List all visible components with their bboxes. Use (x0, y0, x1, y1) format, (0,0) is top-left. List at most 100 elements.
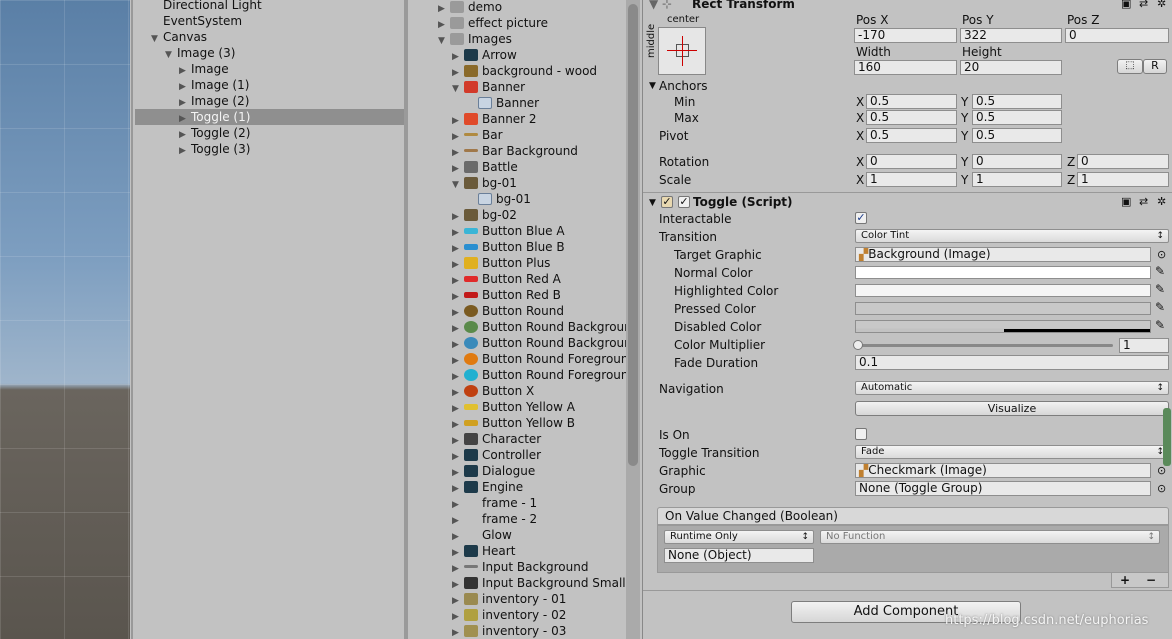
project-item[interactable]: ▶ Button Plus (452, 255, 550, 271)
project-item[interactable]: ▶ Bar (452, 127, 503, 143)
object-picker-icon[interactable]: ⊙ (1157, 482, 1166, 495)
project-scrollbar[interactable] (626, 0, 640, 639)
project-item[interactable]: ▶ inventory - 03 (452, 623, 566, 639)
project-item[interactable]: ▶ Banner 2 (452, 111, 537, 127)
scale-y-field[interactable]: 1 (972, 172, 1062, 187)
hierarchy-item[interactable]: ▶ Toggle (2) (179, 125, 250, 141)
project-item[interactable]: ▼ Banner (452, 79, 525, 95)
width-field[interactable]: 160 (854, 60, 957, 75)
project-item[interactable]: bg-01 (466, 191, 531, 207)
help-icon[interactable]: ▣ (1121, 195, 1131, 208)
project-item[interactable]: ▶ Input Background Small (452, 575, 626, 591)
pressed-color-swatch[interactable] (855, 302, 1151, 315)
expand-down-icon[interactable]: ▼ (452, 177, 464, 193)
object-picker-icon[interactable]: ⊙ (1157, 248, 1166, 261)
target-graphic-field[interactable]: ▞Background (Image) (855, 247, 1151, 262)
remove-event-button[interactable]: − (1146, 573, 1156, 587)
side-scrollbar[interactable] (1163, 408, 1171, 466)
project-item[interactable]: ▶ Engine (452, 479, 523, 495)
anchor-max-y-field[interactable]: 0.5 (972, 110, 1062, 125)
fade-duration-field[interactable]: 0.1 (855, 355, 1169, 370)
help-icon[interactable]: ▣ (1121, 0, 1131, 10)
runtime-dropdown[interactable]: Runtime Only ↕ (664, 530, 814, 544)
normal-color-swatch[interactable] (855, 266, 1151, 279)
project-item[interactable]: ▶ Input Background (452, 559, 588, 575)
project-item[interactable]: Banner (466, 95, 539, 111)
project-item[interactable]: ▼ Images (438, 31, 512, 47)
project-item[interactable]: ▶ Battle (452, 159, 518, 175)
project-item[interactable]: ▶ Arrow (452, 47, 517, 63)
project-item[interactable]: ▶ Button Yellow B (452, 415, 575, 431)
highlighted-color-swatch[interactable] (855, 284, 1151, 297)
blueprint-mode-button[interactable]: ⬚ (1117, 59, 1143, 74)
project-item[interactable]: ▶ Button Blue A (452, 223, 565, 239)
pos-z-field[interactable]: 0 (1065, 28, 1169, 43)
anchors-fold-icon[interactable]: ▼ (649, 79, 656, 93)
expand-down-icon[interactable]: ▼ (151, 31, 163, 47)
hierarchy-item[interactable]: ▶ Toggle (1) (179, 109, 250, 125)
hierarchy-item[interactable]: ▶ Image (1) (179, 77, 249, 93)
project-item[interactable]: ▶ Button Blue B (452, 239, 565, 255)
hierarchy-item[interactable]: ▶ Image (179, 61, 229, 77)
hierarchy-item[interactable]: ▶ Toggle (3) (179, 141, 250, 157)
is-on-checkbox[interactable] (855, 428, 867, 440)
project-item[interactable]: ▶ Button Yellow A (452, 399, 575, 415)
hierarchy-item[interactable]: EventSystem (151, 13, 242, 29)
height-field[interactable]: 20 (960, 60, 1062, 75)
project-item[interactable]: ▶ inventory - 02 (452, 607, 566, 623)
slider-thumb[interactable] (853, 340, 863, 350)
anchor-min-x-field[interactable]: 0.5 (866, 94, 957, 109)
project-item[interactable]: ▶ bg-02 (452, 207, 517, 223)
transition-dropdown[interactable]: Color Tint ↕ (855, 229, 1169, 243)
project-item[interactable]: ▶ inventory - 01 (452, 591, 566, 607)
object-field[interactable]: None (Object) (664, 548, 814, 563)
navigation-dropdown[interactable]: Automatic ↕ (855, 381, 1169, 395)
component-enabled-checkbox[interactable]: ✓ (678, 196, 690, 208)
project-item[interactable]: ▶ Button Round Background (452, 319, 626, 335)
scene-view[interactable] (0, 0, 130, 639)
project-item[interactable]: ▶ Heart (452, 543, 515, 559)
project-item[interactable]: ▶ Button X (452, 383, 534, 399)
rotation-z-field[interactable]: 0 (1077, 154, 1169, 169)
anchor-max-x-field[interactable]: 0.5 (866, 110, 957, 125)
toggle-fold-icon[interactable]: ▼ (649, 196, 656, 210)
project-item[interactable]: ▶ Button Red A (452, 271, 561, 287)
gear-icon[interactable]: ✲ (1157, 195, 1166, 208)
expand-right-icon[interactable]: ▶ (179, 143, 191, 159)
scale-z-field[interactable]: 1 (1077, 172, 1169, 187)
add-event-button[interactable]: + (1120, 573, 1130, 587)
pos-y-field[interactable]: 322 (960, 28, 1062, 43)
pivot-x-field[interactable]: 0.5 (866, 128, 957, 143)
preset-icon[interactable]: ⇄ (1139, 0, 1148, 10)
eyedropper-icon[interactable]: ✎ (1155, 282, 1165, 296)
project-item[interactable]: ▶ demo (438, 0, 502, 15)
project-item[interactable]: ▶ Button Round Foreground (452, 367, 626, 383)
pos-x-field[interactable]: -170 (854, 28, 957, 43)
project-item[interactable]: ▶ Button Round Foreground (452, 351, 626, 367)
anchor-preset-button[interactable] (658, 27, 706, 75)
interactable-checkbox[interactable]: ✓ (855, 212, 867, 224)
preset-icon[interactable]: ⇄ (1139, 195, 1148, 208)
expand-right-icon[interactable]: ▶ (452, 625, 464, 639)
rotation-x-field[interactable]: 0 (866, 154, 957, 169)
expand-down-icon[interactable]: ▼ (165, 47, 177, 63)
project-item[interactable]: ▶ Button Round Background (452, 335, 626, 351)
raw-edit-button[interactable]: R (1143, 59, 1167, 74)
group-field[interactable]: None (Toggle Group) (855, 481, 1151, 496)
eyedropper-icon[interactable]: ✎ (1155, 264, 1165, 278)
project-item[interactable]: ▶ frame - 2 (452, 511, 537, 527)
expand-down-icon[interactable]: ▼ (452, 81, 464, 97)
color-multiplier-field[interactable]: 1 (1119, 338, 1169, 353)
pivot-y-field[interactable]: 0.5 (972, 128, 1062, 143)
toggle-transition-dropdown[interactable]: Fade ↕ (855, 445, 1169, 459)
eyedropper-icon[interactable]: ✎ (1155, 318, 1165, 332)
project-item[interactable]: ▶ Button Red B (452, 287, 561, 303)
project-item[interactable]: ▶ frame - 1 (452, 495, 537, 511)
project-item[interactable]: ▼ bg-01 (452, 175, 517, 191)
hierarchy-item[interactable]: ▼ Canvas (151, 29, 207, 45)
rotation-y-field[interactable]: 0 (972, 154, 1062, 169)
anchor-min-y-field[interactable]: 0.5 (972, 94, 1062, 109)
project-item[interactable]: ▶ Controller (452, 447, 541, 463)
disabled-color-swatch[interactable] (855, 320, 1151, 333)
graphic-field[interactable]: ▞Checkmark (Image) (855, 463, 1151, 478)
